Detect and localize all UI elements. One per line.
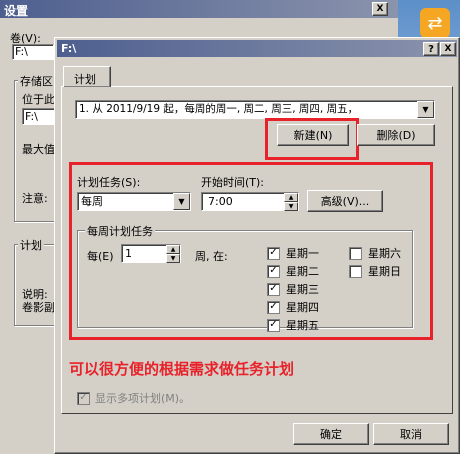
- cancel-button[interactable]: 取消: [373, 423, 449, 445]
- new-button[interactable]: 新建(N): [277, 124, 349, 146]
- weekly-group-label: 每周计划任务: [85, 223, 155, 239]
- show-multiple-checkbox[interactable]: ✓ 显示多项计划(M)。: [77, 390, 190, 406]
- note-label: 注意:: [22, 192, 48, 205]
- task-label: 计划任务(S):: [77, 176, 141, 189]
- help-icon: ?: [428, 43, 434, 55]
- day-checkbox-mon[interactable]: ✓ 星期一: [267, 245, 319, 261]
- location-label: 位于此: [22, 93, 55, 106]
- schedule-select[interactable]: 1. 从 2011/9/19 起，每周的周一, 周二, 周三, 周四, 周五， …: [75, 100, 435, 119]
- max-size-label: 最大值: [22, 143, 55, 156]
- checkbox-icon: ✓: [267, 246, 280, 260]
- every-stepper[interactable]: ▲ ▼: [166, 245, 180, 263]
- schedule-group-label: 计划: [18, 237, 44, 253]
- settings-title: 设置: [4, 4, 29, 18]
- spin-up-icon[interactable]: ▲: [284, 193, 298, 202]
- ok-button[interactable]: 确定: [293, 423, 369, 445]
- day-checkbox-sun[interactable]: 星期日: [349, 263, 401, 279]
- every-input[interactable]: 1 ▲ ▼: [121, 244, 181, 263]
- dialog-title: F:\: [61, 42, 77, 55]
- start-time-label: 开始时间(T):: [201, 176, 265, 189]
- start-time-stepper[interactable]: ▲ ▼: [284, 193, 298, 211]
- settings-close-button[interactable]: X: [372, 2, 388, 16]
- chevron-down-icon: ▼: [417, 101, 434, 118]
- advanced-button[interactable]: 高级(V)...: [307, 190, 383, 212]
- day-checkbox-tue[interactable]: ✓ 星期二: [267, 263, 319, 279]
- close-icon: X: [444, 44, 452, 54]
- description-text: 卷影副: [22, 301, 55, 314]
- dialog-close-button[interactable]: X: [440, 42, 456, 56]
- day-checkbox-thu[interactable]: ✓ 星期四: [267, 299, 319, 315]
- tab-schedule[interactable]: 计划: [63, 66, 111, 87]
- checkbox-icon: [349, 246, 362, 260]
- spin-up-icon[interactable]: ▲: [166, 245, 180, 254]
- spin-down-icon[interactable]: ▼: [166, 254, 180, 263]
- task-select[interactable]: 每周 ▼: [77, 192, 191, 211]
- checkbox-icon: ✓: [267, 282, 280, 296]
- chevron-down-icon: ▼: [173, 193, 190, 210]
- refresh-icon: ⇄: [420, 8, 450, 38]
- start-time-input[interactable]: 7:00 ▲ ▼: [201, 192, 299, 211]
- storage-label: 存储区: [18, 73, 55, 89]
- day-checkbox-fri[interactable]: ✓ 星期五: [267, 317, 319, 333]
- schedule-dialog: F:\ ? X 计划 1. 从 2011/9/19 起，每周的周一, 周二, 周…: [54, 37, 460, 454]
- annotation-text: 可以很方便的根据需求做任务计划: [69, 360, 295, 378]
- checkbox-icon: ✓: [77, 391, 90, 405]
- settings-titlebar: 设置 X: [0, 0, 398, 18]
- help-button[interactable]: ?: [423, 42, 439, 56]
- day-checkbox-sat[interactable]: 星期六: [349, 245, 401, 261]
- dialog-titlebar: F:\ ? X: [57, 40, 457, 57]
- delete-button[interactable]: 删除(D): [357, 124, 435, 146]
- day-checkbox-wed[interactable]: ✓ 星期三: [267, 281, 319, 297]
- checkbox-icon: ✓: [267, 318, 280, 332]
- spin-down-icon[interactable]: ▼: [284, 202, 298, 211]
- every-label: 每(E): [87, 250, 114, 263]
- close-icon: X: [376, 4, 384, 14]
- checkbox-icon: [349, 264, 362, 278]
- volume-field[interactable]: F:\: [12, 44, 54, 60]
- week-on-label: 周, 在:: [195, 250, 228, 263]
- checkbox-icon: ✓: [267, 264, 280, 278]
- checkbox-icon: ✓: [267, 300, 280, 314]
